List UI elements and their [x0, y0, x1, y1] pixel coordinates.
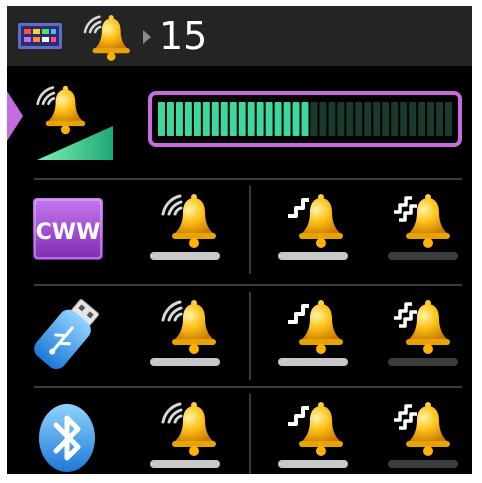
volume-segment-filled [247, 102, 255, 136]
volume-row[interactable] [7, 66, 472, 178]
option-indicator [278, 358, 348, 366]
play-arrow-icon [143, 30, 151, 44]
bell-double-step-icon[interactable] [390, 298, 456, 356]
row-usb [7, 288, 472, 392]
volume-segment-empty [418, 102, 426, 136]
device-screen: 15 CWW [7, 6, 472, 474]
volume-segment-filled [184, 102, 192, 136]
volume-segment-filled [211, 102, 219, 136]
row-bluetooth [7, 390, 472, 474]
volume-segment-filled [265, 102, 273, 136]
volume-segment-filled [301, 102, 309, 136]
bell-step-icon[interactable] [283, 192, 349, 250]
volume-segment-empty [427, 102, 435, 136]
option-indicator [278, 460, 348, 468]
option-indicator [278, 252, 348, 260]
volume-slider[interactable] [148, 91, 462, 147]
row-divider [34, 178, 462, 180]
volume-level-bar [158, 102, 452, 136]
bell-step-icon[interactable] [283, 400, 349, 458]
ringing-bell-icon[interactable] [156, 400, 222, 458]
volume-segment-filled [256, 102, 264, 136]
volume-segment-filled [220, 102, 228, 136]
ringing-bell-icon[interactable] [156, 192, 222, 250]
volume-segment-empty [373, 102, 381, 136]
volume-segment-empty [364, 102, 372, 136]
top-bar: 15 [7, 6, 472, 66]
bell-double-step-icon[interactable] [390, 400, 456, 458]
volume-segment-filled [238, 102, 246, 136]
volume-segment-filled [158, 102, 165, 136]
volume-segment-empty [319, 102, 327, 136]
column-divider [249, 394, 251, 474]
volume-segment-empty [400, 102, 408, 136]
volume-segment-empty [310, 102, 318, 136]
volume-segment-empty [346, 102, 354, 136]
option-indicator [150, 252, 220, 260]
ringing-bell-icon [79, 13, 135, 63]
volume-segment-filled [292, 102, 300, 136]
selection-indicator [7, 91, 23, 141]
volume-segment-filled [166, 102, 174, 136]
bell-step-icon[interactable] [283, 298, 349, 356]
option-indicator [388, 252, 458, 260]
option-indicator [150, 460, 220, 468]
device-icon [18, 23, 62, 49]
bluetooth-icon[interactable] [29, 398, 105, 474]
row-divider [34, 284, 462, 286]
column-divider [249, 186, 251, 274]
volume-segment-empty [337, 102, 345, 136]
ringing-bell-icon[interactable] [156, 298, 222, 356]
volume-segment-empty [436, 102, 444, 136]
volume-segment-empty [382, 102, 390, 136]
volume-segment-empty [355, 102, 363, 136]
option-indicator [150, 358, 220, 366]
header-number: 15 [159, 14, 208, 58]
volume-segment-filled [229, 102, 237, 136]
volume-segment-filled [274, 102, 282, 136]
volume-segment-filled [193, 102, 201, 136]
row-divider [34, 386, 462, 388]
volume-segment-empty [445, 102, 452, 136]
volume-segment-filled [175, 102, 183, 136]
usb-stick-icon[interactable] [29, 296, 105, 372]
volume-segment-filled [202, 102, 210, 136]
volume-segment-filled [283, 102, 291, 136]
volume-segment-empty [328, 102, 336, 136]
option-indicator [388, 358, 458, 366]
option-indicator [388, 460, 458, 468]
cww-icon[interactable]: CWW [29, 190, 105, 266]
volume-segment-empty [391, 102, 399, 136]
volume-ramp-icon [37, 126, 113, 160]
cww-icon-text: CWW [36, 220, 101, 245]
bell-double-step-icon[interactable] [390, 192, 456, 250]
row-cww: CWW [7, 182, 472, 286]
volume-segment-empty [409, 102, 417, 136]
column-divider [249, 292, 251, 380]
